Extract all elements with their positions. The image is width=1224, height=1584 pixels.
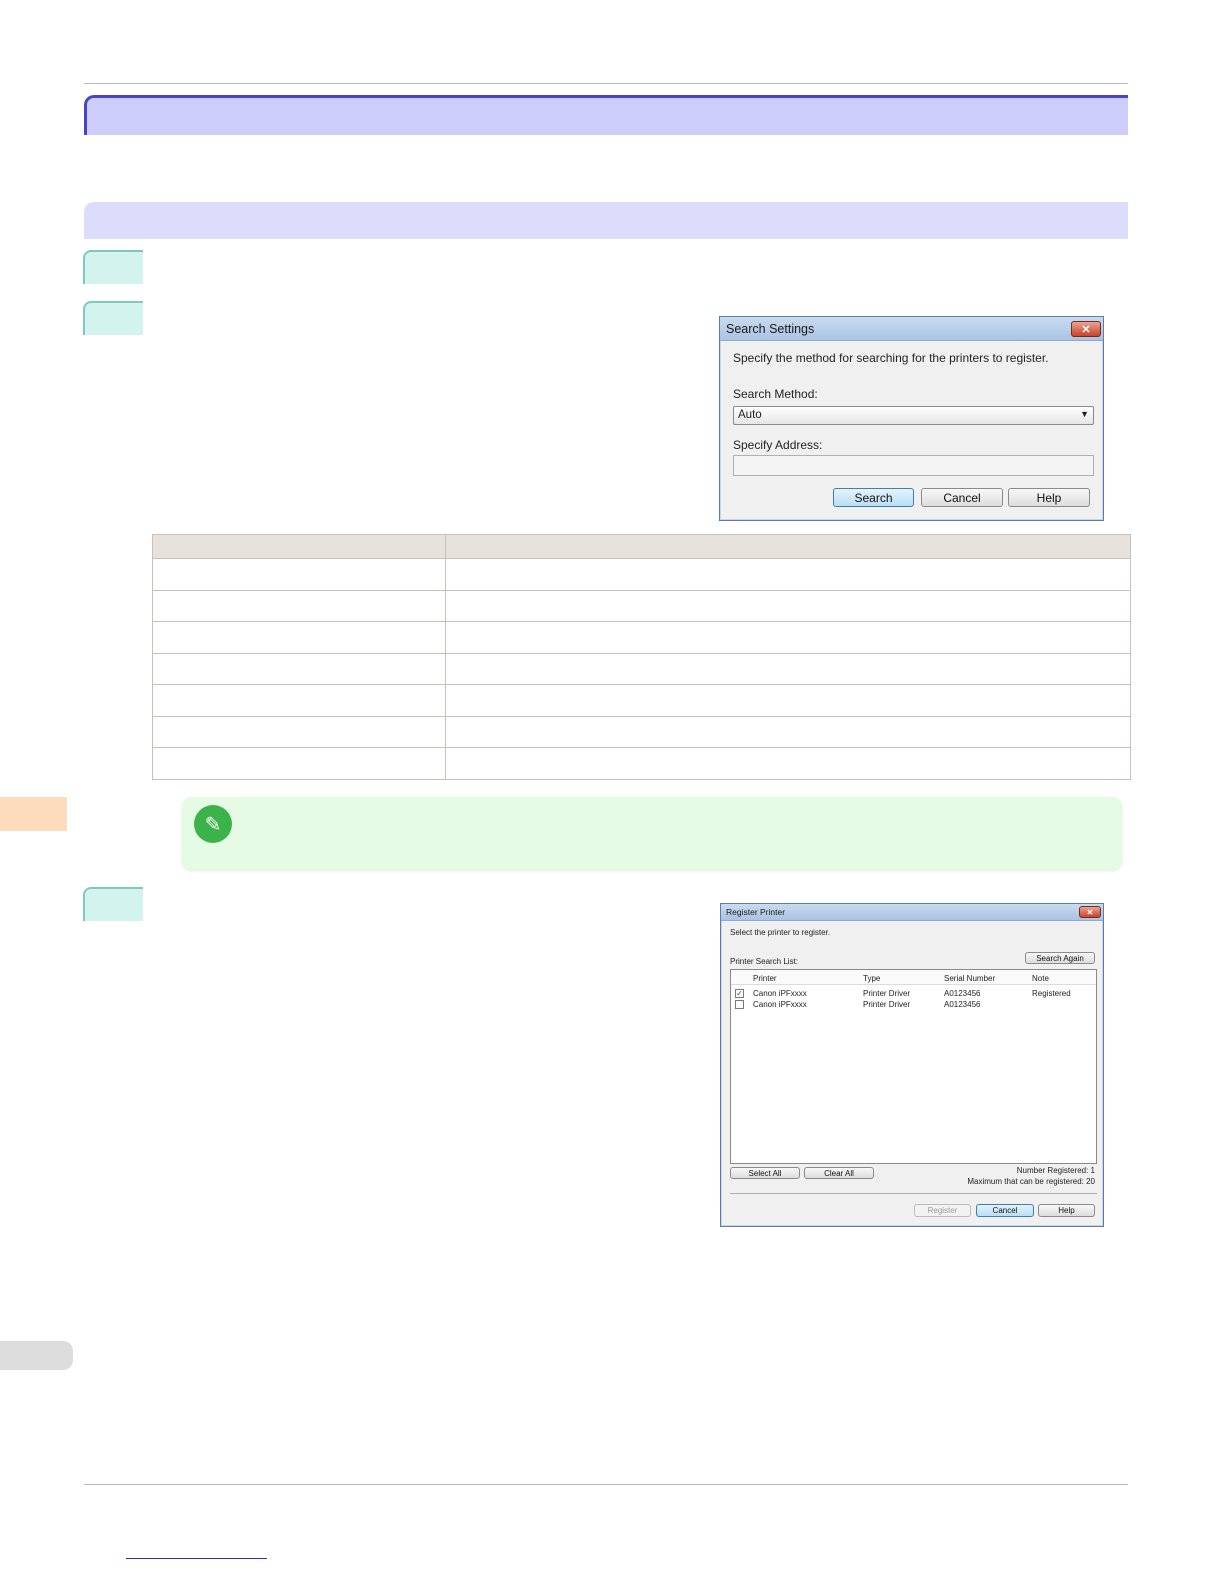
step-marker-1 (83, 250, 143, 284)
table-row (152, 652, 1131, 685)
column-header-serial-number[interactable]: Serial Number (944, 974, 995, 983)
step-marker-3 (83, 887, 143, 921)
divider (730, 1193, 1097, 1194)
settings-table (152, 534, 1131, 780)
help-button[interactable]: Help (1038, 1204, 1095, 1217)
dialog-instruction: Select the printer to register. (730, 928, 831, 937)
row-checkbox[interactable]: ✓ (735, 989, 744, 998)
search-method-value: Auto (738, 409, 762, 421)
select-all-button[interactable]: Select All (730, 1167, 800, 1179)
page-title-bar (84, 95, 1128, 135)
printer-search-list-label: Printer Search List: (730, 957, 799, 966)
printer-type: Printer Driver (863, 989, 911, 998)
pencil-icon: ✎ (194, 805, 232, 843)
printer-name: Canon iPFxxxx (753, 989, 807, 998)
register-button[interactable]: Register (914, 1204, 971, 1217)
dialog-instruction: Specify the method for searching for the… (733, 351, 1049, 365)
column-header-printer[interactable]: Printer (753, 974, 777, 983)
chevron-down-icon: ▼ (1080, 409, 1089, 419)
row-note: Registered (1032, 989, 1071, 998)
table-header-row (152, 534, 1131, 559)
max-registered: Maximum that can be registered: 20 (967, 1177, 1095, 1186)
note-box (182, 797, 1122, 870)
specify-address-label: Specify Address: (733, 438, 823, 452)
row-checkbox[interactable] (735, 1000, 744, 1009)
printer-search-list[interactable]: Printer Type Serial Number Note ✓ Canon … (730, 969, 1097, 1164)
close-icon[interactable]: ✕ (1079, 906, 1101, 918)
column-header-note[interactable]: Note (1032, 974, 1049, 983)
dialog-title: Register Printer (721, 904, 1103, 921)
search-button[interactable]: Search (833, 488, 914, 507)
chapter-side-tab (0, 797, 67, 831)
search-again-button[interactable]: Search Again (1025, 952, 1095, 964)
serial-number: A0123456 (944, 1000, 981, 1009)
list-header: Printer Type Serial Number Note (731, 970, 1096, 985)
step-marker-2 (83, 301, 143, 335)
printer-name: Canon iPFxxxx (753, 1000, 807, 1009)
table-row (152, 621, 1131, 654)
table-row (152, 589, 1131, 622)
section-heading-bar (84, 202, 1128, 239)
help-button[interactable]: Help (1008, 488, 1090, 507)
list-item[interactable]: Canon iPFxxxx Printer Driver A0123456 (731, 999, 1096, 1010)
table-row (152, 558, 1131, 591)
serial-number: A0123456 (944, 989, 981, 998)
number-registered: Number Registered: 1 (1016, 1166, 1095, 1175)
table-row (152, 747, 1131, 780)
search-method-label: Search Method: (733, 387, 818, 401)
cancel-button[interactable]: Cancel (921, 488, 1003, 507)
top-rule (84, 83, 1128, 84)
clear-all-button[interactable]: Clear All (804, 1167, 874, 1179)
close-icon[interactable]: ✕ (1071, 321, 1101, 337)
cancel-button[interactable]: Cancel (976, 1204, 1034, 1217)
specify-address-input[interactable] (733, 455, 1094, 476)
column-header-type[interactable]: Type (863, 974, 880, 983)
table-row (152, 715, 1131, 748)
page-side-tab (0, 1341, 73, 1370)
printer-type: Printer Driver (863, 1000, 911, 1009)
search-method-select[interactable]: Auto ▼ (733, 406, 1094, 425)
dialog-title: Search Settings (720, 317, 1103, 341)
table-row (152, 684, 1131, 717)
footer-link-underline[interactable] (126, 1558, 267, 1559)
search-settings-dialog: Search Settings ✕ Specify the method for… (719, 316, 1104, 521)
list-item[interactable]: ✓ Canon iPFxxxx Printer Driver A0123456 … (731, 988, 1096, 999)
bottom-rule (84, 1484, 1128, 1485)
register-printer-dialog: Register Printer ✕ Select the printer to… (720, 903, 1104, 1227)
